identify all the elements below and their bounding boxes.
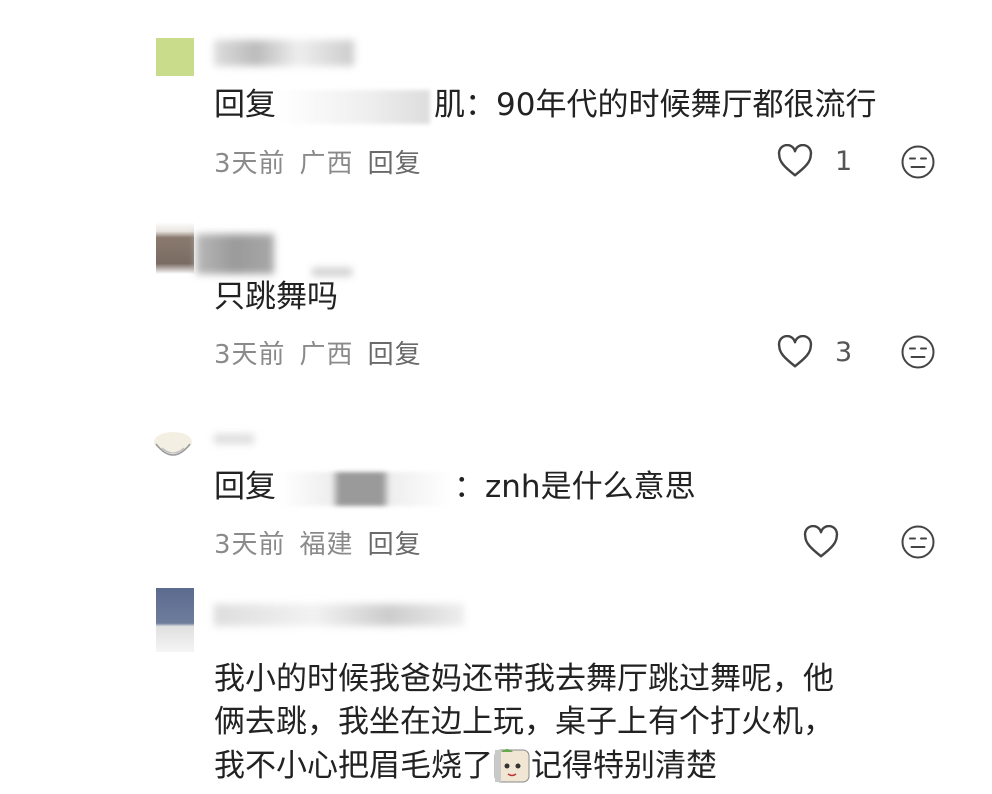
reply-button[interactable]: 回复: [368, 340, 422, 370]
heart-outline-icon: [777, 144, 813, 177]
avatar[interactable]: [152, 424, 194, 466]
comment-text: 回复 ：znh是什么意思: [214, 466, 696, 509]
avatar[interactable]: [156, 38, 194, 76]
comment-body: 只跳舞吗: [214, 279, 338, 315]
comment-body: znh是什么意思: [485, 469, 696, 505]
neutral-face-icon: [901, 335, 935, 369]
neutral-face-icon: [901, 525, 935, 559]
comment-line: 俩去跳，我坐在边上玩，桌子上有个打火机，: [214, 704, 834, 740]
reply-prefix: 回复: [214, 87, 276, 123]
comment-line: 我不小心把眉毛烧了 记得特别清楚: [214, 744, 834, 788]
heart-outline-icon: [803, 525, 839, 558]
username-blurred[interactable]: [196, 234, 274, 274]
comment-text: 我小的时候我爸妈还带我去舞厅跳过舞呢，他 俩去跳，我坐在边上玩，桌子上有个打火机…: [214, 658, 834, 788]
redacted-username: [280, 89, 430, 124]
username-blurred[interactable]: [214, 40, 354, 66]
comment-body: 90年代的时候舞厅都很流行: [496, 87, 877, 123]
like-button[interactable]: 1: [777, 144, 852, 178]
comment-text: 只跳舞吗: [214, 276, 338, 319]
heart-outline-icon: [777, 335, 813, 368]
reply-prefix: 回复: [214, 469, 276, 505]
reply-button[interactable]: 回复: [368, 149, 422, 179]
reply-button[interactable]: 回复: [368, 530, 422, 560]
comment-meta: 3天前 福建 回复: [214, 524, 436, 561]
comment-text: 回复 肌：90年代的时候舞厅都很流行: [214, 84, 876, 127]
comment-line-text: 记得特别清楚: [531, 748, 717, 784]
avatar-image: [152, 424, 194, 466]
avatar[interactable]: [156, 588, 194, 652]
reply-to-suffix: 肌：: [434, 87, 496, 123]
reaction-button[interactable]: [900, 144, 936, 180]
avatar[interactable]: [156, 222, 194, 274]
sticker-emoji-icon: [493, 744, 531, 784]
location: 福建: [299, 530, 354, 560]
reaction-button[interactable]: [900, 524, 936, 560]
like-button[interactable]: [803, 525, 861, 559]
comment-thread: 回复 肌：90年代的时候舞厅都很流行 3天前 广西 回复 1 只跳舞吗 3天前 广西 回复…: [0, 0, 992, 794]
username-blurred[interactable]: [214, 604, 464, 626]
reaction-button[interactable]: [900, 334, 936, 370]
redacted-username: [280, 471, 450, 506]
like-count: 1: [835, 145, 853, 177]
comment-meta: 3天前 广西 回复: [214, 143, 436, 180]
comment-line: 我小的时候我爸妈还带我去舞厅跳过舞呢，他: [214, 661, 834, 697]
location: 广西: [299, 149, 354, 179]
like-button[interactable]: 3: [777, 335, 852, 369]
timestamp: 3天前: [214, 340, 286, 370]
timestamp: 3天前: [214, 530, 286, 560]
like-count: 3: [835, 336, 853, 368]
username-blurred: [312, 268, 352, 276]
location: 广西: [299, 340, 354, 370]
neutral-face-icon: [901, 145, 935, 179]
comment-line-text: 我不小心把眉毛烧了: [214, 748, 493, 784]
reply-to-suffix: ：: [454, 469, 485, 505]
timestamp: 3天前: [214, 149, 286, 179]
comment-meta: 3天前 广西 回复: [214, 334, 436, 371]
username-blurred[interactable]: [214, 434, 254, 444]
